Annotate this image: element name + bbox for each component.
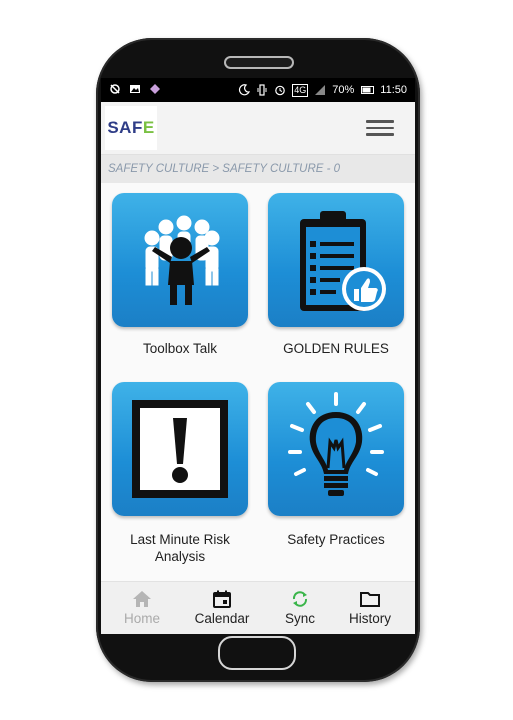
logo-prefix: SAF	[107, 118, 143, 137]
breadcrumb: SAFETY CULTURE > SAFETY CULTURE - 0	[101, 155, 415, 183]
phone-home-button[interactable]	[218, 636, 296, 670]
sync-icon	[292, 591, 308, 607]
tile-safety-practices[interactable]	[268, 382, 404, 516]
nav-calendar[interactable]: Calendar	[183, 582, 261, 634]
nav-home[interactable]: Home	[103, 582, 181, 634]
app-screen: 4G 70% 11:50 SAF E SAFETY CULTURE > SAFET…	[101, 78, 415, 634]
status-bar: 4G 70% 11:50	[101, 78, 415, 102]
notification-icon	[110, 84, 120, 94]
home-icon	[133, 591, 151, 607]
nav-calendar-label: Calendar	[194, 611, 250, 626]
app-notification-icon	[150, 84, 160, 94]
tile-label-golden-rules: GOLDEN RULES	[283, 341, 389, 356]
vibrate-icon	[257, 84, 267, 96]
nav-history-label: History	[348, 611, 391, 626]
tile-label-safety-practices: Safety Practices	[287, 532, 385, 547]
tile-golden-rules[interactable]	[268, 193, 404, 327]
hamburger-menu-icon[interactable]	[366, 116, 394, 138]
lightbulb-icon	[288, 392, 384, 496]
exclamation-sign-icon	[132, 400, 228, 498]
nav-sync[interactable]: Sync	[261, 582, 339, 634]
nav-home-label: Home	[123, 611, 160, 626]
clock: 11:50	[380, 84, 407, 96]
group-leader-icon	[144, 215, 220, 305]
app-logo: SAF E	[105, 106, 157, 150]
nav-sync-label: Sync	[284, 611, 315, 626]
tile-toolbox-talk[interactable]	[112, 193, 248, 327]
battery-icon	[361, 86, 375, 94]
image-icon	[130, 85, 140, 93]
tile-grid: Toolbox Talk GOLDEN RULES Last Minute Ri…	[101, 183, 415, 581]
battery-percent: 70%	[332, 84, 355, 96]
clipboard-thumbs-up-icon	[300, 211, 386, 311]
phone-speaker	[224, 56, 294, 69]
logo-accent: E	[142, 118, 155, 137]
alarm-icon	[275, 85, 286, 96]
tile-label-last-minute-risk-analysis: Last Minute Risk Analysis	[130, 532, 230, 564]
folder-icon	[360, 592, 380, 607]
tile-label-toolbox-talk: Toolbox Talk	[142, 341, 218, 356]
do-not-disturb-icon	[239, 84, 251, 96]
calendar-icon	[213, 590, 231, 608]
network-type: 4G	[292, 83, 309, 97]
signal-icon	[315, 85, 326, 95]
tile-last-minute-risk-analysis[interactable]	[112, 382, 248, 516]
bottom-navigation: Home Calendar Sync History	[101, 581, 415, 634]
nav-history[interactable]: History	[331, 582, 409, 634]
